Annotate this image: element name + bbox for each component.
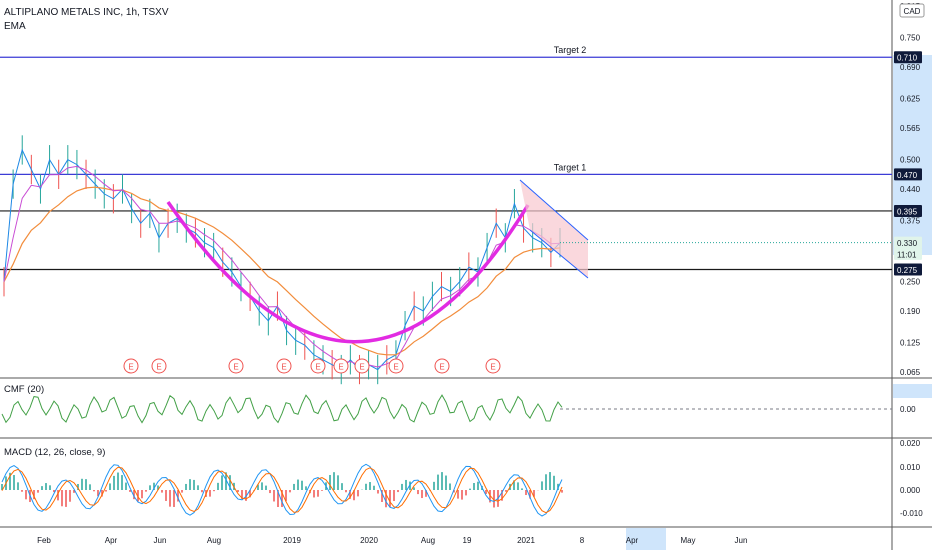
macd-tick-label: 0.020	[900, 439, 921, 448]
earnings-marker[interactable]: E	[434, 358, 450, 374]
chart-area[interactable]: 0.8150.7500.6900.6250.5650.5000.4400.375…	[0, 0, 932, 550]
price-tick-label: 0.565	[900, 124, 921, 133]
earnings-marker-label: E	[359, 363, 364, 372]
time-axis-label: Jun	[735, 536, 748, 545]
price-tick-label: 0.625	[900, 95, 921, 104]
earnings-marker[interactable]: E	[123, 358, 139, 374]
level-label: Target 1	[554, 162, 587, 172]
price-badge-label: 0.275	[897, 266, 918, 275]
symbol-title: ALTIPLANO METALS INC, 1h, TSXV	[4, 7, 169, 18]
fast-ema-line	[3, 165, 561, 368]
ema-indicator-label[interactable]: EMA	[4, 20, 169, 34]
earnings-marker-label: E	[128, 363, 133, 372]
chart-svg[interactable]: 0.8150.7500.6900.6250.5650.5000.4400.375…	[0, 0, 932, 550]
earnings-marker-label: E	[233, 363, 238, 372]
price-tick-label: 0.500	[900, 156, 921, 165]
time-axis-label: Feb	[37, 536, 51, 545]
price-badge-label: 0.470	[897, 171, 918, 180]
time-axis-label: Aug	[421, 536, 435, 545]
price-badge-label: 0.395	[897, 207, 918, 216]
time-axis-label: May	[680, 536, 695, 545]
earnings-marker-label: E	[281, 363, 286, 372]
earnings-marker-label: E	[156, 363, 161, 372]
price-badge-label: 11:01	[897, 250, 917, 259]
price-tick-label: 0.125	[900, 339, 921, 348]
price-tick-label: 0.750	[900, 34, 921, 43]
currency-label: CAD	[904, 7, 921, 16]
time-axis-label: 2019	[283, 536, 301, 545]
level-label: Target 2	[554, 45, 587, 55]
price-tick-label: 0.190	[900, 307, 921, 316]
price-tick-label: 0.375	[900, 217, 921, 226]
time-axis-label: Apr	[626, 536, 639, 545]
macd-tick-label: 0.000	[900, 486, 921, 495]
axis-range-highlight	[893, 384, 932, 398]
earnings-marker-label: E	[315, 363, 320, 372]
earnings-marker-label: E	[490, 363, 495, 372]
cup-arc-drawing	[166, 201, 530, 344]
earnings-marker[interactable]: E	[354, 358, 370, 374]
chart-header: ALTIPLANO METALS INC, 1h, TSXV EMA	[4, 6, 169, 34]
earnings-marker-label: E	[338, 363, 343, 372]
earnings-marker[interactable]: E	[276, 358, 292, 374]
price-tick-label: 0.065	[900, 368, 921, 377]
cmf-line	[1, 394, 563, 424]
time-axis-label: 19	[463, 536, 472, 545]
price-line	[3, 148, 561, 371]
price-badge-label: 0.330	[897, 239, 918, 248]
price-tick-label: 0.250	[900, 278, 921, 287]
earnings-marker[interactable]: E	[388, 358, 404, 374]
time-axis-label: Apr	[105, 536, 118, 545]
time-axis-label: 2020	[360, 536, 378, 545]
earnings-marker[interactable]: E	[310, 358, 326, 374]
channel-fill	[520, 180, 588, 278]
earnings-marker[interactable]: E	[151, 358, 167, 374]
cmf-tick-label: 0.00	[900, 405, 916, 414]
time-axis-label: Aug	[207, 536, 221, 545]
macd-tick-label: 0.010	[900, 463, 921, 472]
earnings-marker-label: E	[393, 363, 398, 372]
macd-tick-label: -0.010	[900, 509, 923, 518]
price-tick-label: 0.690	[900, 63, 921, 72]
time-axis-label: 8	[580, 536, 585, 545]
price-tick-label: 0.440	[900, 185, 921, 194]
earnings-marker[interactable]: E	[485, 358, 501, 374]
macd-pane-label[interactable]: MACD (12, 26, close, 9)	[4, 447, 105, 458]
time-axis-label: Jun	[154, 536, 167, 545]
earnings-marker[interactable]: E	[333, 358, 349, 374]
earnings-marker[interactable]: E	[228, 358, 244, 374]
cmf-pane-label[interactable]: CMF (20)	[4, 384, 44, 395]
price-badge-label: 0.710	[897, 54, 918, 63]
earnings-marker-label: E	[439, 363, 444, 372]
time-axis-label: 2021	[517, 536, 535, 545]
